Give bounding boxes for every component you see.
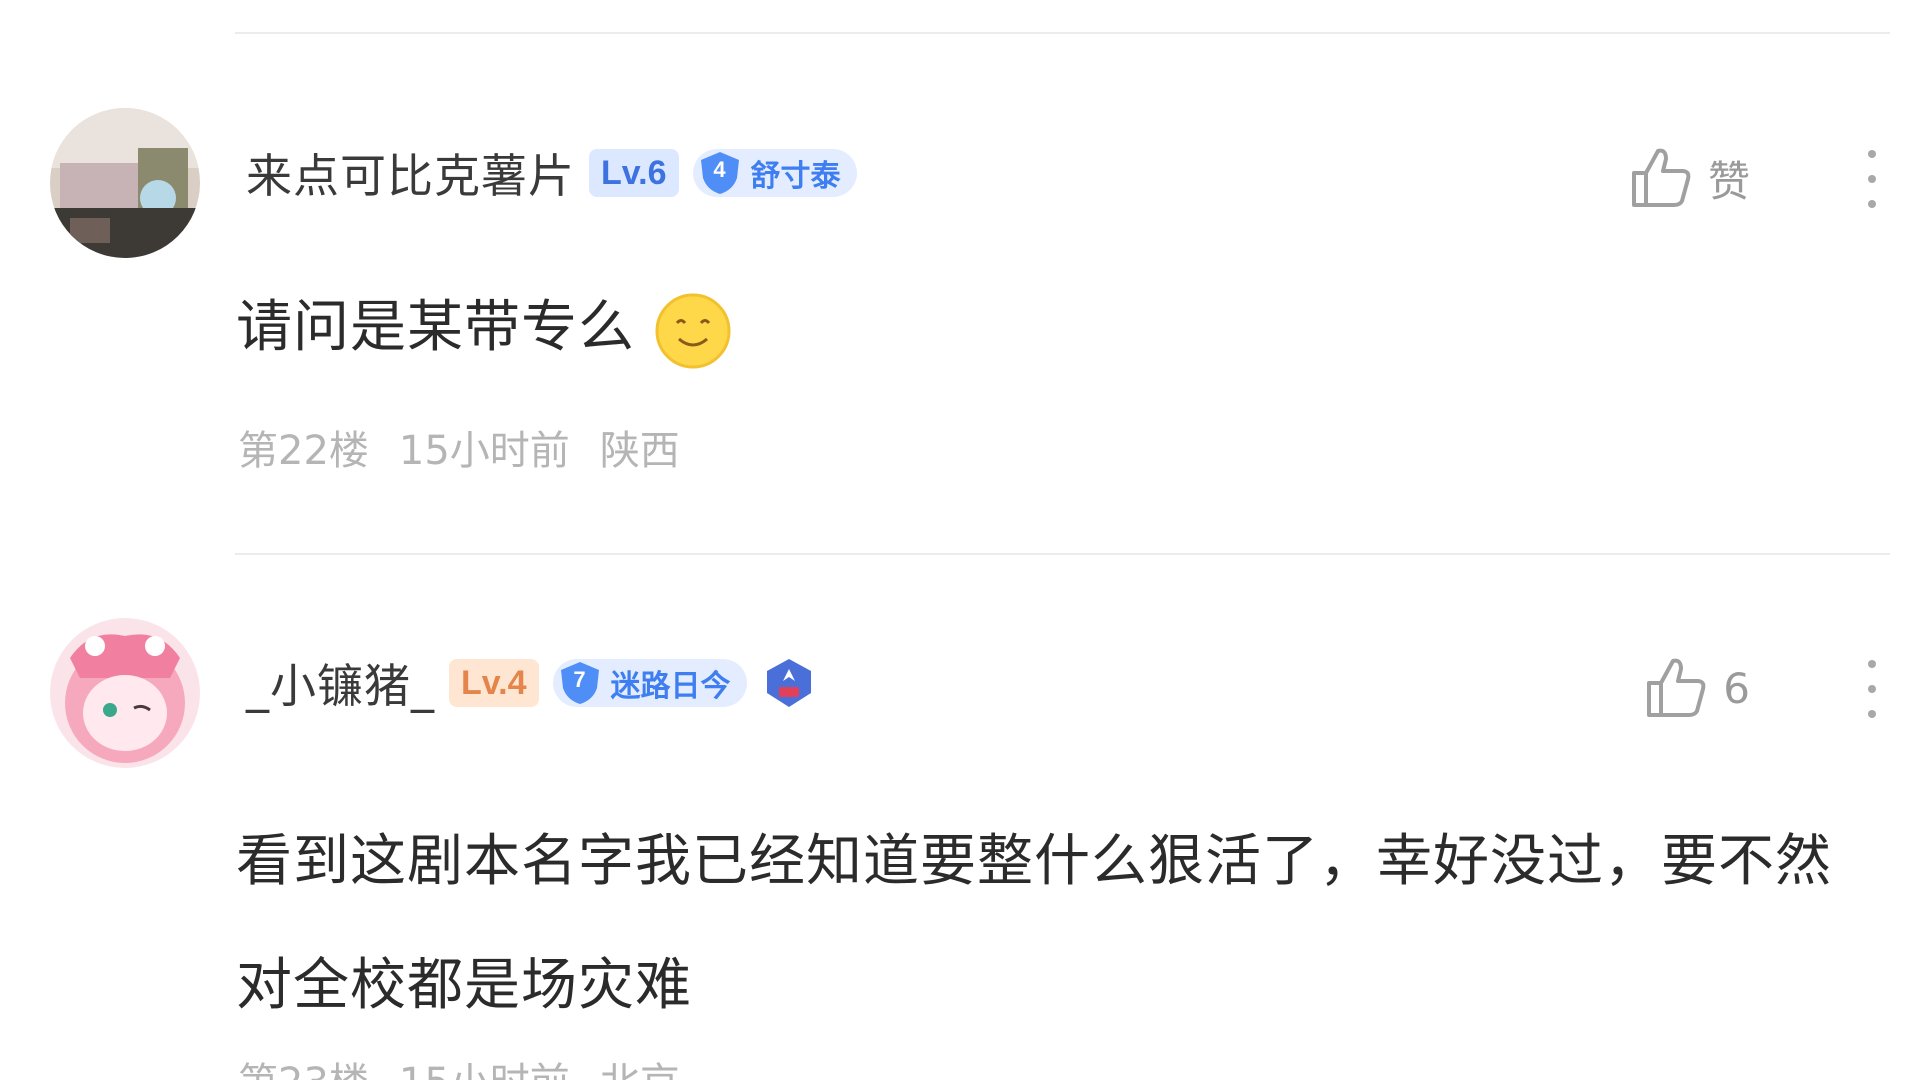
- like-button[interactable]: 赞: [1626, 138, 1750, 218]
- like-button[interactable]: 6: [1641, 648, 1750, 728]
- fan-badge-text: 迷路日今: [610, 669, 731, 704]
- level-badge: Lv.6: [589, 149, 679, 197]
- username[interactable]: 来点可比克薯片: [246, 140, 575, 206]
- location: 陕西: [599, 428, 680, 474]
- shield-badge-icon: 4: [697, 150, 743, 196]
- avatar[interactable]: [50, 618, 200, 768]
- comment-meta: 第23楼 15小时前 北京: [238, 1050, 680, 1080]
- post-time: 15小时前: [399, 1050, 570, 1080]
- username[interactable]: _小镰猪_: [246, 650, 435, 716]
- thumbs-up-icon: [1631, 148, 1691, 207]
- floor-number: 第22楼: [238, 428, 369, 474]
- comment-list-page: 来点可比克薯片 Lv.6 4 舒寸泰 赞 请问是某带专么 第22楼 15小时前 …: [0, 0, 1920, 1080]
- fan-badge-number: 7: [573, 667, 586, 692]
- shield-badge-icon: 7: [557, 660, 603, 706]
- divider: [235, 32, 1890, 34]
- fan-badge-number: 4: [713, 157, 726, 182]
- avatar[interactable]: [50, 108, 200, 258]
- divider: [235, 553, 1890, 555]
- floor-number: 第23楼: [238, 1050, 369, 1080]
- post-time: 15小时前: [398, 428, 570, 474]
- comment-header: 来点可比克薯片 Lv.6 4 舒寸泰: [246, 138, 857, 208]
- more-options-button[interactable]: [1862, 654, 1882, 724]
- comment-text: 请问是某带专么: [236, 278, 1846, 378]
- comment-meta: 第22楼 15小时前 陕西: [238, 418, 680, 476]
- like-count: 赞: [1707, 156, 1750, 206]
- comment-content: 请问是某带专么: [236, 295, 635, 360]
- location: 北京: [600, 1050, 680, 1080]
- smile-emoji-icon: [653, 291, 733, 371]
- fan-badge[interactable]: 4 舒寸泰: [692, 149, 857, 197]
- fan-badge-text: 舒寸泰: [750, 159, 841, 194]
- like-count: 6: [1723, 663, 1750, 713]
- level-badge: Lv.4: [449, 659, 539, 707]
- comment-header: _小镰猪_ Lv.4 7 迷路日今: [246, 648, 817, 718]
- more-vertical-icon: [1868, 150, 1876, 208]
- more-options-button[interactable]: [1862, 144, 1882, 214]
- medal-icon: [766, 659, 811, 707]
- more-vertical-icon: [1868, 660, 1876, 718]
- fan-badge[interactable]: 7 迷路日今: [552, 659, 747, 707]
- comment-text: 看到这剧本名字我已经知道要整什么狠活了，幸好没过，要不然对全校都是场灾难: [236, 829, 1832, 1018]
- thumbs-up-icon: [1647, 658, 1706, 717]
